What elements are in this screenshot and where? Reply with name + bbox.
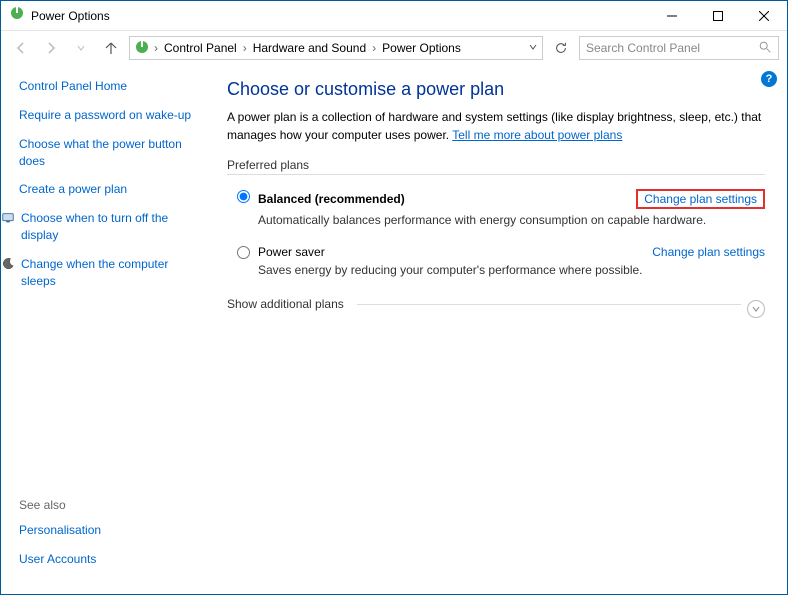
control-panel-icon [134,39,150,58]
window-title: Power Options [31,9,649,23]
sleep-icon [1,257,15,276]
breadcrumb-item[interactable]: Control Panel [162,41,239,55]
maximize-button[interactable] [695,1,741,31]
sidebar-link[interactable]: Create a power plan [19,181,203,198]
refresh-button[interactable] [549,36,573,60]
search-placeholder: Search Control Panel [586,41,758,55]
change-plan-settings-link[interactable]: Change plan settings [636,189,765,209]
preferred-plans-label: Preferred plans [227,158,765,172]
search-icon [758,40,772,57]
app-icon [9,5,25,26]
display-icon [1,211,15,230]
plan-balanced: Balanced (recommended) Change plan setti… [227,185,765,241]
plan-radio[interactable] [237,190,250,203]
sidebar-link[interactable]: Change when the computer sleeps [19,256,203,290]
forward-button[interactable] [39,36,63,60]
change-plan-settings-link[interactable]: Change plan settings [652,245,765,259]
titlebar: Power Options [1,1,787,31]
minimize-button[interactable] [649,1,695,31]
address-bar: › Control Panel › Hardware and Sound › P… [1,31,787,65]
breadcrumb-item[interactable]: Hardware and Sound [251,41,368,55]
breadcrumb[interactable]: › Control Panel › Hardware and Sound › P… [129,36,543,60]
page-heading: Choose or customise a power plan [227,79,765,100]
plan-name: Balanced (recommended) [258,192,405,206]
recent-dropdown[interactable] [69,36,93,60]
close-button[interactable] [741,1,787,31]
see-also-link[interactable]: Personalisation [19,522,203,539]
sidebar-link[interactable]: Choose when to turn off the display [19,210,203,244]
search-input[interactable]: Search Control Panel [579,36,779,60]
chevron-down-icon[interactable] [528,41,538,55]
see-also-link[interactable]: User Accounts [19,551,203,568]
divider [227,174,765,175]
main-panel: Choose or customise a power plan A power… [211,65,787,594]
help-icon[interactable]: ? [761,71,777,87]
page-description: A power plan is a collection of hardware… [227,108,765,144]
sidebar-link[interactable]: Choose what the power button does [19,136,203,170]
learn-more-link[interactable]: Tell me more about power plans [452,128,622,142]
control-panel-home-link[interactable]: Control Panel Home [19,79,203,93]
sidebar-link[interactable]: Require a password on wake‑up [19,107,203,124]
plan-radio[interactable] [237,246,250,259]
plan-description: Saves energy by reducing your computer's… [258,263,765,277]
chevron-right-icon: › [372,41,376,55]
sidebar: Control Panel Home Require a password on… [1,65,211,594]
expand-button[interactable] [747,300,765,318]
back-button[interactable] [9,36,33,60]
breadcrumb-item[interactable]: Power Options [380,41,463,55]
plan-description: Automatically balances performance with … [258,213,765,227]
chevron-right-icon: › [154,41,158,55]
see-also-label: See also [19,498,203,512]
plan-name: Power saver [258,245,325,259]
up-button[interactable] [99,36,123,60]
chevron-right-icon: › [243,41,247,55]
plan-power-saver: Power saver Change plan settings Saves e… [227,241,765,291]
divider [357,304,741,305]
